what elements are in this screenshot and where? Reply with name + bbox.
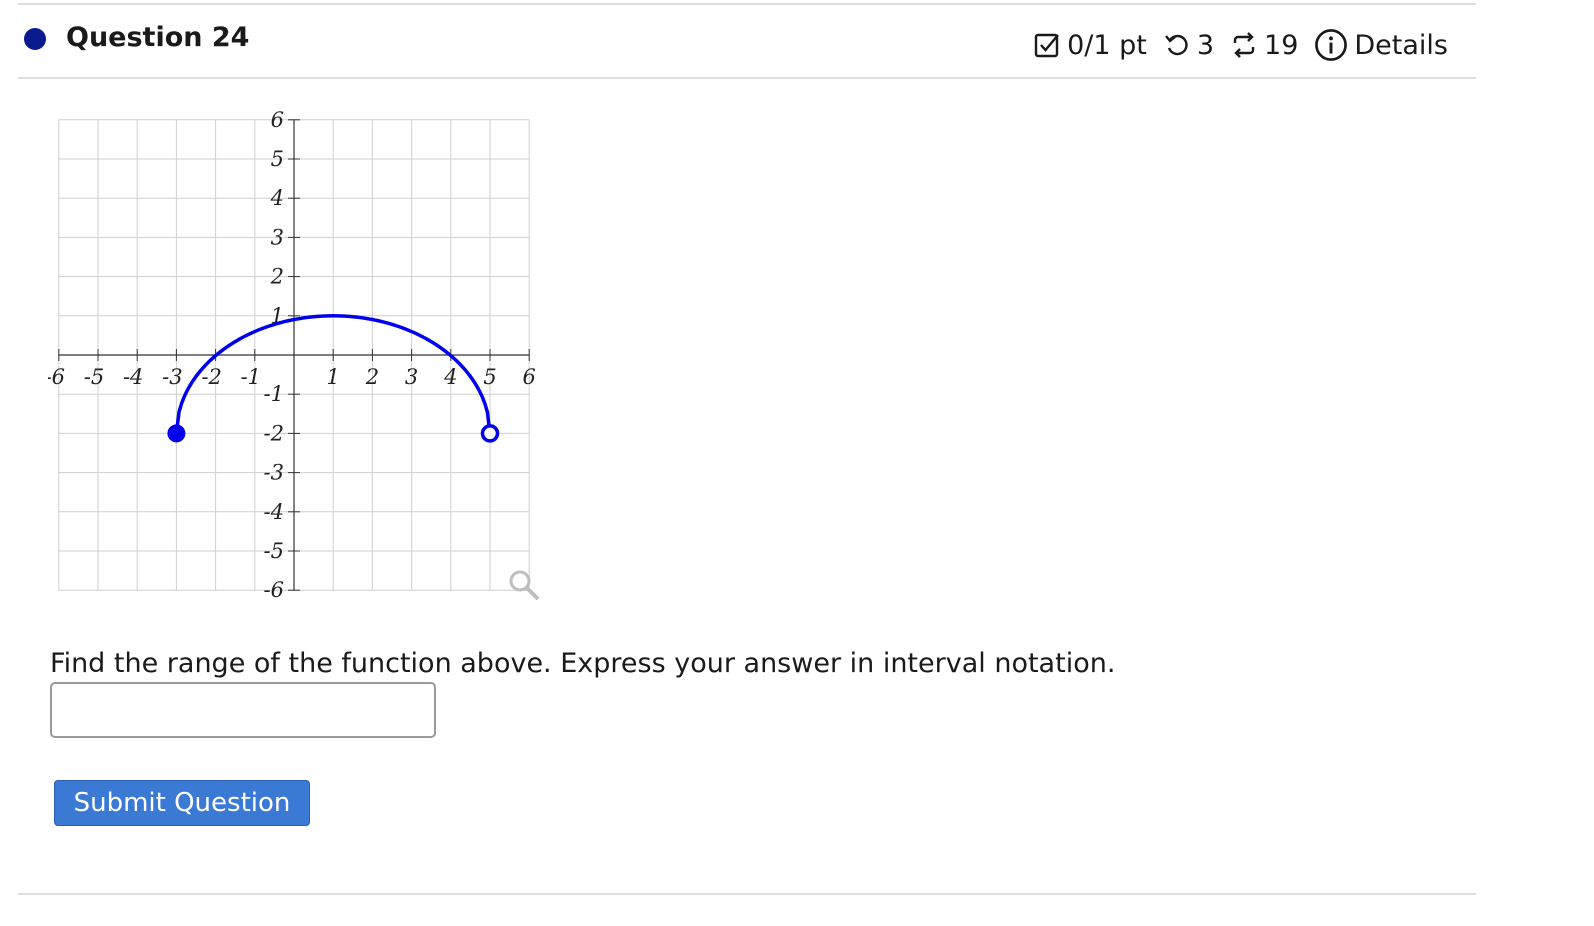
header-divider [18, 77, 1476, 79]
top-divider [18, 3, 1476, 5]
y-tick-label: 4 [270, 186, 284, 210]
question-prompt: Find the range of the function above. Ex… [50, 648, 1116, 679]
y-tick-label: -3 [264, 461, 284, 485]
checkbox-icon [1034, 33, 1059, 58]
x-tick-label: -5 [84, 365, 104, 389]
attempts-group: 19 [1230, 30, 1298, 61]
attempts-count: 19 [1264, 29, 1299, 61]
y-tick-label: -5 [264, 539, 284, 563]
x-tick-label: 6 [523, 365, 536, 389]
x-tick-label: 1 [327, 365, 340, 389]
y-tick-label: 2 [270, 265, 284, 289]
details-label: Details [1354, 29, 1448, 61]
x-tick-label: -6 [48, 365, 65, 389]
x-tick-label: 3 [405, 365, 418, 389]
y-tick-label: -4 [264, 500, 284, 524]
x-tick-label: 2 [365, 365, 379, 389]
question-status-dot [24, 28, 46, 50]
retries-group: 3 [1163, 30, 1214, 61]
retries-count: 3 [1196, 29, 1215, 61]
magnifier-icon[interactable] [509, 570, 540, 601]
x-tick-label: -3 [162, 365, 182, 389]
submit-question-button[interactable]: Submit Question [54, 780, 310, 826]
y-tick-label: -6 [264, 578, 284, 602]
retry-icon [1164, 34, 1188, 56]
y-tick-label: 3 [271, 225, 284, 249]
function-graph: -6-5-4-3-2-1123456654321-1-2-3-4-5-6 [48, 108, 540, 602]
closed-endpoint [167, 424, 186, 443]
x-tick-label: 5 [483, 365, 496, 389]
question-header: Question 24 0/1 pt 3 19 Details [18, 6, 1476, 78]
x-tick-label: 4 [443, 365, 457, 389]
info-icon [1315, 29, 1348, 61]
y-tick-label: -2 [264, 421, 284, 445]
x-tick-label: -4 [123, 365, 143, 389]
y-tick-label: -1 [264, 382, 284, 406]
question-meta: 0/1 pt 3 19 Details [1017, 28, 1448, 62]
score-group: 0/1 pt [1033, 30, 1147, 61]
score-text: 0/1 pt [1067, 29, 1147, 61]
x-tick-label: -1 [241, 365, 261, 389]
y-tick-label: 5 [271, 147, 284, 171]
open-endpoint [480, 424, 500, 443]
axes [58, 119, 530, 591]
bottom-divider [18, 893, 1476, 895]
y-tick-label: 6 [271, 108, 284, 132]
repeat-icon [1233, 32, 1255, 58]
details-button[interactable]: Details [1314, 28, 1448, 62]
question-title: Question 24 [66, 22, 250, 53]
answer-input[interactable] [50, 682, 436, 738]
